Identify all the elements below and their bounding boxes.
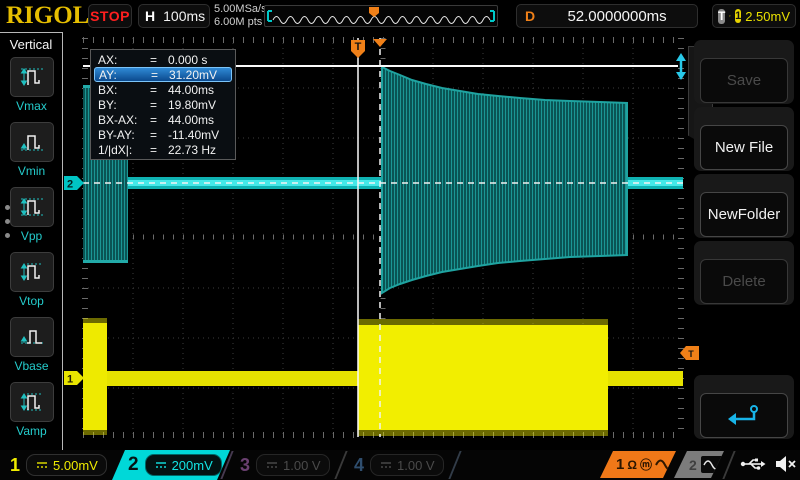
ch2-ground-marker[interactable]: 2 (64, 176, 84, 191)
ch4-number: 4 (354, 455, 364, 476)
cursor-bx-top-marker[interactable] (373, 39, 387, 47)
gen1-number: 1 (616, 456, 624, 473)
trigger-source-badge: 1 (735, 9, 741, 23)
run-state-label: STOP (90, 8, 130, 24)
ch1-scale: 5.00mV (53, 458, 98, 473)
generator-1-badge[interactable]: 1 Ω ⓜ (600, 451, 676, 478)
cursor-row-ay-selected[interactable]: AY:=31.20mV (94, 67, 232, 82)
menu-title: Vertical (0, 33, 62, 57)
cursor-row-bx: BX:=44.00ms (94, 82, 232, 97)
menu-item-label: Vbase (14, 359, 48, 373)
trigger-t-label: T (718, 9, 725, 24)
sample-rate-block: 5.00MSa/s 6.00M pts (214, 3, 267, 29)
menu-item-label: Vmax (16, 99, 47, 113)
ch1-number: 1 (10, 455, 20, 476)
gen1-mod: ⓜ (640, 456, 652, 473)
delay-value: 52.0000000ms (545, 8, 689, 25)
vamp-icon (10, 382, 54, 422)
thumb-left-bracket (268, 11, 272, 21)
channel-status-bar: 1 5.00mV 2 200mV 3 1 (0, 450, 800, 480)
thumb-trigger-marker[interactable] (369, 7, 379, 17)
ch3-coupling-icon (265, 460, 279, 470)
gen2-sine-icon (703, 459, 721, 471)
enter-arrow-icon (726, 403, 762, 429)
save-button[interactable]: Save (700, 58, 788, 103)
cursor-row-byay: BY-AY:=-11.40mV (94, 127, 232, 142)
ch4-scale: 1.00 V (397, 458, 435, 473)
oscilloscope-screen: RIGOL STOP H 100ms 5.00MSa/s 6.00M pts D… (0, 0, 800, 480)
menu-item-vbase[interactable]: Vbase (0, 317, 63, 382)
cursor-row-freq: 1/|dX|:=22.73 Hz (94, 142, 232, 157)
menu-item-vamp[interactable]: Vamp (0, 382, 63, 447)
vertical-measure-menu: Vertical Vmax Vmin Vpp Vtop (0, 32, 63, 450)
timebase-h-label: H (145, 8, 155, 24)
memory-depth: 6.00M pts (214, 16, 267, 29)
menu-item-label: Vpp (21, 229, 42, 243)
trigger-badge[interactable]: T 1 2.50mV (712, 4, 796, 28)
trigger-edge-icon (729, 9, 731, 23)
ch1-ground-label: 1 (67, 374, 73, 386)
vbase-icon (10, 317, 54, 357)
system-icons (740, 454, 798, 474)
sample-rate: 5.00MSa/s (214, 3, 267, 16)
rigol-logo: RIGOL (6, 2, 89, 30)
vtop-icon (10, 252, 54, 292)
menu-item-vtop[interactable]: Vtop (0, 252, 63, 317)
ch4-coupling-icon (379, 460, 393, 470)
channel-4-badge[interactable]: 4 1.00 V (344, 450, 454, 480)
save-menu: Save Save New File NewFolder Delete (688, 32, 800, 450)
ch3-scale: 1.00 V (283, 458, 321, 473)
new-file-button[interactable]: New File (700, 125, 788, 170)
back-enter-button[interactable] (700, 393, 788, 438)
ch2-ground-label: 2 (67, 179, 73, 191)
ch3-number: 3 (240, 455, 250, 476)
delay-badge[interactable]: D 52.0000000ms (516, 4, 698, 28)
delay-d-label: D (525, 8, 535, 24)
thumb-waveform (273, 17, 490, 24)
ch1-trace (83, 318, 683, 436)
top-status-bar: RIGOL STOP H 100ms 5.00MSa/s 6.00M pts D… (0, 0, 800, 32)
trigger-position-label: T (355, 41, 362, 53)
menu-item-label: Vamp (16, 424, 46, 438)
generator-2-badge[interactable]: 2 (674, 451, 724, 478)
channel-3-badge[interactable]: 3 1.00 V (230, 450, 340, 480)
thumb-right-bracket (490, 11, 494, 21)
trigger-level-value: 2.50mV (745, 9, 790, 24)
channel-2-badge[interactable]: 2 200mV (112, 450, 230, 480)
ch2-coupling-icon (154, 460, 168, 470)
speaker-muted-icon[interactable] (774, 454, 798, 474)
menu-scroll-indicator (5, 205, 10, 238)
cursor-row-bxax: BX-AX:=44.00ms (94, 112, 232, 127)
waveform-overview-thumbnail[interactable] (264, 5, 498, 27)
usb-icon[interactable] (740, 454, 766, 474)
gen2-number: 2 (689, 457, 697, 473)
ch2-burst-envelope (382, 67, 627, 293)
new-folder-button[interactable]: NewFolder (700, 192, 788, 237)
trigger-position-marker[interactable]: T (351, 40, 365, 58)
cursor-row-ax: AX:=0.000 s (94, 52, 232, 67)
ch2-scale: 200mV (172, 458, 213, 473)
delete-button[interactable]: Delete (700, 259, 788, 304)
cursor-measurement-panel: AX:=0.000 s AY:=31.20mV BX:=44.00ms BY:=… (90, 49, 236, 160)
timebase-badge[interactable]: H 100ms (138, 4, 210, 28)
menu-item-vmax[interactable]: Vmax (0, 57, 63, 122)
vmin-icon (10, 122, 54, 162)
ch1-ground-marker[interactable]: 1 (64, 371, 84, 386)
menu-item-label: Vtop (19, 294, 44, 308)
vpp-icon (10, 187, 54, 227)
menu-item-label: Vmin (18, 164, 45, 178)
ch1-coupling-icon (35, 460, 49, 470)
cursor-ay-handle[interactable] (676, 53, 686, 80)
gen1-impedance: Ω (627, 458, 637, 472)
channel-1-badge[interactable]: 1 5.00mV (0, 450, 112, 480)
cursor-row-by: BY:=19.80mV (94, 97, 232, 112)
run-state-badge[interactable]: STOP (88, 4, 132, 28)
menu-item-vmin[interactable]: Vmin (0, 122, 63, 187)
ch2-number: 2 (128, 454, 139, 476)
timebase-value: 100ms (163, 8, 205, 24)
vmax-icon (10, 57, 54, 97)
gen1-sine-icon (655, 458, 675, 472)
